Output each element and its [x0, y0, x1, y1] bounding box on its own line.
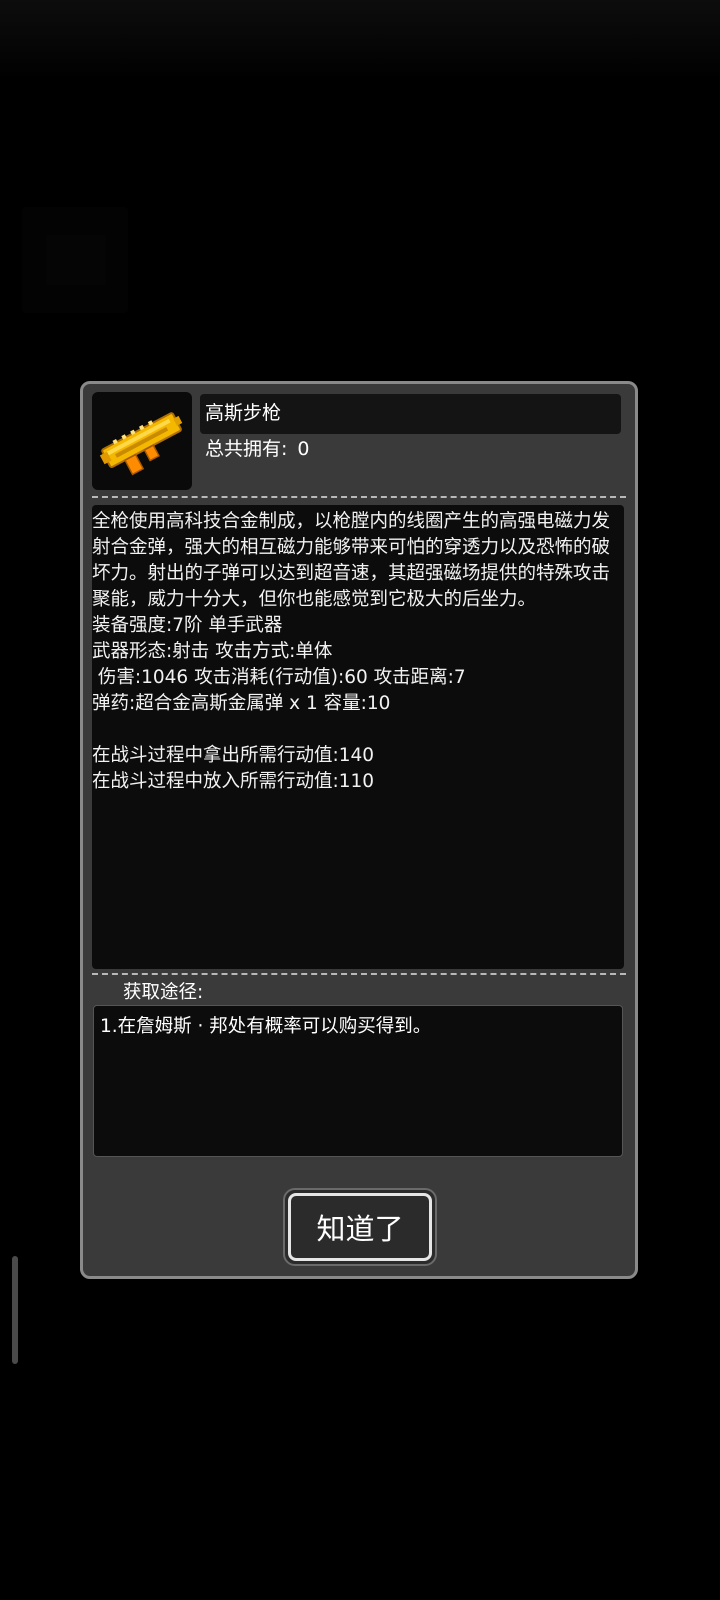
background-top [0, 0, 720, 80]
got-it-button[interactable]: 知道了 [283, 1188, 437, 1266]
side-scroll-indicator [12, 1256, 18, 1364]
item-name: 高斯步枪 [205, 402, 282, 424]
owned-value: 0 [297, 438, 310, 460]
acquisition-label: 获取途径: [123, 982, 204, 1003]
owned-label: 总共拥有: [205, 438, 288, 460]
owned-count-row: 总共拥有: 0 [205, 434, 310, 461]
item-detail-dialog: 高斯步枪 总共拥有: 0 全枪使用高科技合金制成，以枪膛内的线圈产生的高强电磁力发… [80, 381, 638, 1279]
gauss-rifle-icon [99, 412, 183, 476]
background-faded-slot [22, 207, 128, 313]
acquisition-text: 1.在詹姆斯 · 邦处有概率可以购买得到。 [100, 1016, 432, 1037]
divider-top [92, 496, 626, 498]
got-it-label: 知道了 [288, 1193, 432, 1261]
acquisition-panel: 1.在詹姆斯 · 邦处有概率可以购买得到。 [93, 1005, 623, 1157]
item-icon-frame [92, 392, 192, 490]
divider-bottom [92, 973, 626, 975]
item-description: 全枪使用高科技合金制成，以枪膛内的线圈产生的高强电磁力发射合金弹，强大的相互磁力… [92, 511, 611, 792]
